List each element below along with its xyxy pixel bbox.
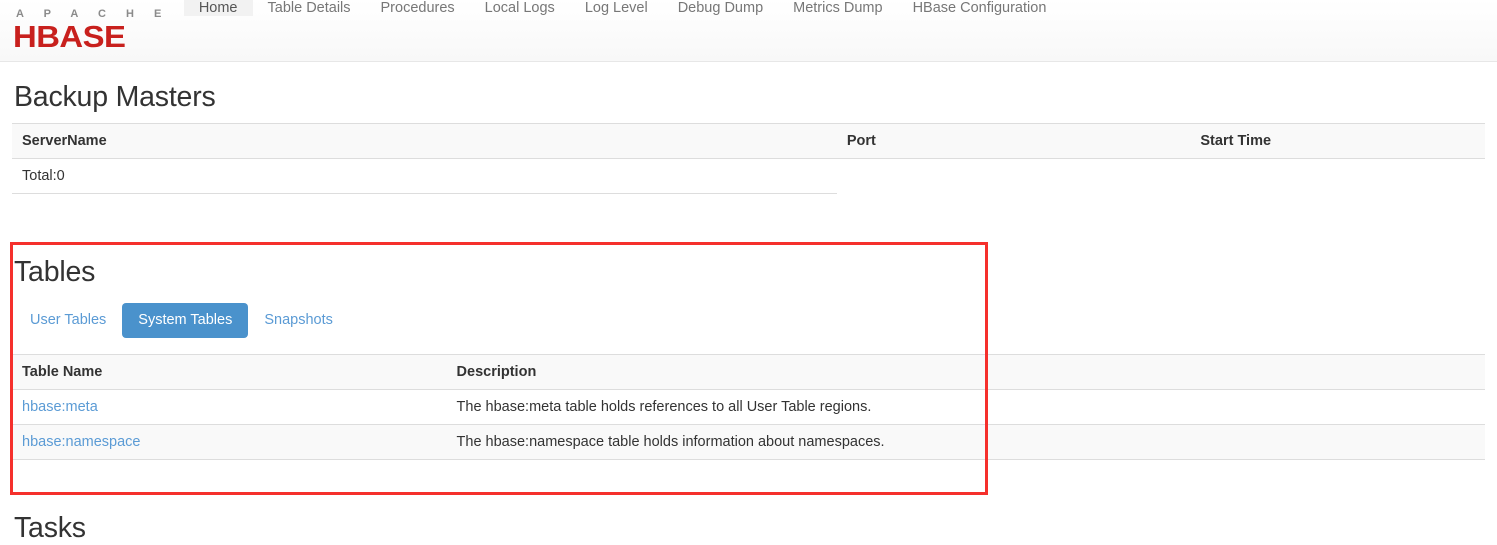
- backup-masters-total-starttime-cell: [1190, 159, 1485, 194]
- backup-masters-table: ServerName Port Start Time Total:0: [12, 123, 1485, 195]
- nav-item-table-details[interactable]: Table Details: [253, 0, 366, 16]
- column-header-starttime: Start Time: [1190, 123, 1485, 160]
- nav-item-local-logs[interactable]: Local Logs: [470, 0, 570, 16]
- column-header-description: Description: [446, 353, 1485, 390]
- backup-masters-title: Backup Masters: [14, 81, 216, 113]
- nav-item-procedures[interactable]: Procedures: [366, 0, 470, 16]
- nav-item-home[interactable]: Home: [183, 0, 253, 16]
- table-row: [12, 458, 1485, 490]
- page-content: Backup Masters ServerName Port Start Tim…: [0, 80, 1497, 545]
- table-description-hbase-meta: The hbase:meta table holds references to…: [446, 388, 1485, 425]
- tables-section: Tables User Tables System Tables Snapsho…: [10, 242, 1485, 496]
- table-row: Total:0: [12, 158, 1485, 195]
- tables-title: Tables: [14, 256, 96, 289]
- nav-item-metrics-dump[interactable]: Metrics Dump: [778, 0, 897, 16]
- tab-user-tables[interactable]: User Tables: [14, 303, 122, 338]
- main-navigation: Home Table Details Procedures Local Logs…: [183, 0, 1062, 61]
- table-link-hbase-meta[interactable]: hbase:meta: [22, 399, 98, 415]
- tab-system-tables[interactable]: System Tables: [122, 303, 249, 338]
- table-row: hbase:meta The hbase:meta table holds re…: [12, 388, 1485, 425]
- table-description-hbase-namespace: The hbase:namespace table holds informat…: [446, 423, 1485, 460]
- tasks-title: Tasks: [14, 512, 86, 545]
- column-header-port: Port: [836, 123, 1191, 160]
- backup-masters-total-port-cell: [837, 159, 1191, 194]
- empty-cell-name: [12, 458, 447, 490]
- tables-tab-bar: User Tables System Tables Snapshots: [12, 303, 1485, 338]
- system-tables-table: Table Name Description hbase:meta The hb…: [12, 353, 1485, 490]
- tab-snapshots[interactable]: Snapshots: [248, 303, 349, 338]
- table-row: hbase:namespace The hbase:namespace tabl…: [12, 423, 1485, 460]
- nav-item-log-level[interactable]: Log Level: [570, 0, 663, 16]
- table-link-hbase-namespace[interactable]: hbase:namespace: [22, 434, 141, 450]
- nav-item-debug-dump[interactable]: Debug Dump: [663, 0, 778, 16]
- empty-cell-description: [446, 458, 1485, 490]
- top-navbar: A P A C H E HBASE Home Table Details Pro…: [0, 0, 1497, 62]
- nav-item-hbase-configuration[interactable]: HBase Configuration: [898, 0, 1062, 16]
- table-header-row: ServerName Port Start Time: [12, 123, 1485, 160]
- table-header-row: Table Name Description: [12, 353, 1485, 390]
- hbase-wordmark: HBASE: [13, 19, 126, 55]
- backup-masters-total: Total:0: [12, 158, 837, 195]
- column-header-servername: ServerName: [12, 123, 837, 160]
- column-header-table-name: Table Name: [12, 353, 447, 390]
- hbase-logo[interactable]: A P A C H E HBASE: [0, 0, 184, 61]
